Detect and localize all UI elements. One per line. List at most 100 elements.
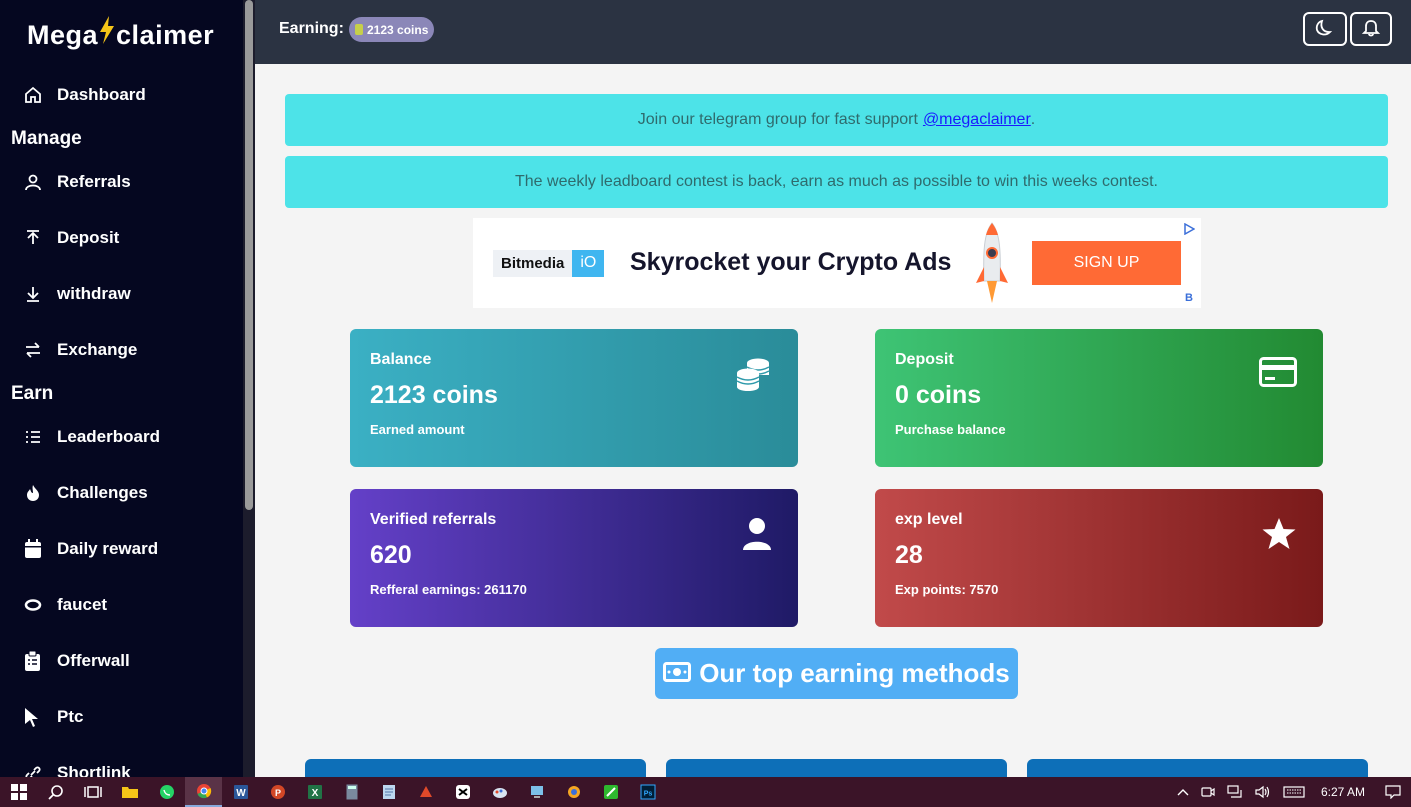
card-value: 620 (370, 541, 412, 569)
upload-icon (24, 229, 57, 247)
network-app-icon[interactable] (518, 777, 555, 807)
notepad-icon[interactable] (370, 777, 407, 807)
clock-time[interactable]: 6:27 AM (1321, 785, 1365, 799)
dark-mode-toggle-button[interactable] (1303, 12, 1347, 46)
earning-method-card[interactable] (305, 759, 646, 779)
sidebar-item-dashboard[interactable]: Dashboard (24, 80, 146, 110)
paint-icon[interactable] (481, 777, 518, 807)
card-subtitle: Purchase balance (895, 422, 1006, 437)
ad-choices-icon[interactable] (1183, 222, 1196, 240)
earning-method-card[interactable] (1027, 759, 1368, 779)
svg-text:X: X (311, 788, 318, 799)
card-title: Verified referrals (370, 511, 497, 528)
meet-now-icon[interactable] (1201, 785, 1215, 799)
top-bar: Earning: 2123 coins (255, 0, 1411, 64)
windows-start-icon[interactable] (0, 777, 37, 807)
word-icon[interactable]: W (222, 777, 259, 807)
green-app-icon[interactable] (592, 777, 629, 807)
task-view-icon[interactable] (74, 777, 111, 807)
telegram-link[interactable]: @megaclaimer (923, 111, 1031, 129)
section-heading-manage: Manage (11, 128, 82, 149)
earning-method-card[interactable] (666, 759, 1007, 779)
sidebar-item-exchange[interactable]: Exchange (24, 335, 137, 365)
search-icon[interactable] (37, 777, 74, 807)
telegram-alert-text: Join our telegram group for fast support (637, 111, 918, 128)
sidebar-item-faucet[interactable]: faucet (24, 590, 107, 620)
logo-text-left: Mega (27, 20, 99, 50)
capcut-icon[interactable] (444, 777, 481, 807)
network-icon[interactable] (1227, 785, 1243, 799)
sidebar-item-referrals[interactable]: Referrals (24, 167, 131, 197)
powerpoint-icon[interactable]: P (259, 777, 296, 807)
exchange-arrows-icon (24, 341, 57, 359)
sidebar-scrollbar-thumb[interactable] (245, 0, 253, 510)
card-subtitle: Refferal earnings: 261170 (370, 582, 527, 597)
user-icon (742, 517, 772, 556)
sidebar-item-shortlink[interactable]: Shortlink (24, 758, 131, 777)
sidebar-item-label: faucet (57, 595, 108, 614)
calculator-icon[interactable] (333, 777, 370, 807)
bolt-icon (98, 16, 116, 51)
telegram-alert: Join our telegram group for fast support… (285, 94, 1388, 146)
excel-icon[interactable]: X (296, 777, 333, 807)
sidebar-item-leaderboard[interactable]: Leaderboard (24, 422, 160, 452)
credit-card-icon (1259, 357, 1297, 392)
ad-b-icon: B (1185, 292, 1193, 304)
notification-center-icon[interactable] (1385, 785, 1401, 799)
sidebar-item-label: Dashboard (57, 85, 146, 104)
notifications-button[interactable] (1350, 12, 1392, 46)
verified-referrals-card: Verified referrals 620 Refferal earnings… (350, 489, 798, 627)
user-icon (24, 173, 57, 191)
card-value: 2123 coins (370, 381, 498, 409)
sidebar-item-label: Leaderboard (57, 427, 160, 446)
exp-level-card: exp level 28 Exp points: 7570 (875, 489, 1323, 627)
chrome-icon[interactable] (185, 777, 222, 807)
paint-3d-icon[interactable] (555, 777, 592, 807)
card-title: Balance (370, 351, 432, 368)
sidebar: Mega claimer Dashboard Manage Referrals D… (0, 0, 255, 777)
volume-icon[interactable] (1255, 785, 1271, 799)
svg-text:Ps: Ps (643, 791, 652, 798)
earning-label: Earning: (279, 20, 344, 37)
coin-icon (355, 24, 363, 35)
calendar-icon (24, 539, 57, 559)
balance-card: Balance 2123 coins Earned amount (350, 329, 798, 467)
sidebar-item-offerwall[interactable]: Offerwall (24, 646, 130, 676)
app-red-icon[interactable] (407, 777, 444, 807)
sidebar-item-label: withdraw (57, 284, 131, 303)
sidebar-item-label: Ptc (57, 707, 84, 726)
photoshop-icon[interactable]: Ps (629, 777, 666, 807)
bell-icon (1361, 17, 1381, 42)
deposit-card: Deposit 0 coins Purchase balance (875, 329, 1323, 467)
card-title: Deposit (895, 351, 954, 368)
keyboard-icon[interactable] (1283, 786, 1305, 798)
file-explorer-icon[interactable] (111, 777, 148, 807)
sidebar-item-withdraw[interactable]: withdraw (24, 279, 131, 309)
top-earning-methods-title: Our top earning methods (699, 658, 1010, 688)
card-title: exp level (895, 511, 963, 528)
rocket-icon (975, 221, 1009, 310)
telegram-alert-end: . (1030, 111, 1036, 128)
sidebar-item-label: Deposit (57, 228, 120, 247)
sidebar-item-daily-reward[interactable]: Daily reward (24, 534, 158, 564)
ring-icon (24, 596, 57, 614)
system-tray: 6:27 AM (1171, 777, 1411, 807)
fire-icon (24, 484, 57, 502)
moon-icon (1315, 17, 1335, 42)
ad-signup-button[interactable]: SIGN UP (1032, 241, 1181, 285)
card-value: 28 (895, 541, 923, 569)
earning-badge: 2123 coins (349, 17, 435, 42)
site-logo[interactable]: Mega claimer (27, 16, 214, 51)
whatsapp-icon[interactable] (148, 777, 185, 807)
ad-banner[interactable]: Bitmedia iO Skyrocket your Crypto Ads SI… (473, 218, 1201, 308)
sidebar-item-label: Shortlink (57, 763, 131, 777)
sidebar-item-challenges[interactable]: Challenges (24, 478, 148, 508)
ad-headline: Skyrocket your Crypto Ads (630, 248, 952, 276)
svg-text:P: P (274, 788, 280, 798)
ad-brand-logo: Bitmedia iO (493, 248, 605, 278)
clipboard-icon (24, 651, 57, 671)
sidebar-item-ptc[interactable]: Ptc (24, 702, 83, 732)
sidebar-item-deposit[interactable]: Deposit (24, 223, 119, 253)
chevron-up-icon[interactable] (1177, 788, 1189, 796)
list-icon (24, 428, 57, 446)
